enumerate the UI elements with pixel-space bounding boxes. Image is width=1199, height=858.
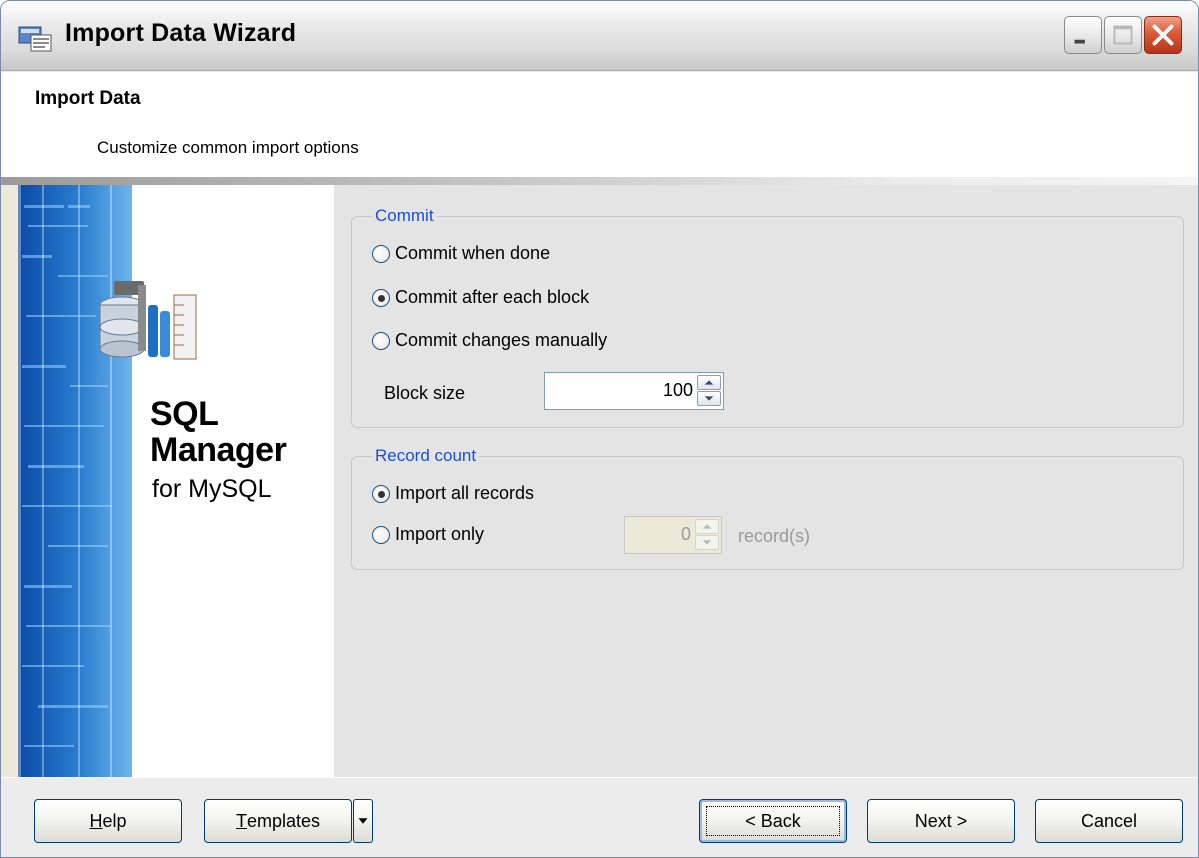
cancel-button-label: Cancel (1080, 810, 1138, 831)
import-only-label: Import only (395, 524, 485, 544)
import-only-count-stepper: 0 (624, 516, 722, 554)
commit-changes-manually-option[interactable]: Commit changes manually (372, 330, 607, 351)
back-button[interactable]: < Back (699, 799, 847, 843)
block-size-label: Block size (384, 383, 466, 403)
title-bar[interactable]: Import Data Wizard (1, 1, 1198, 71)
import-all-records-label: Import all records (395, 483, 535, 503)
import-data-wizard-window: Import Data Wizard Import Data Customize… (0, 0, 1199, 858)
cancel-button[interactable]: Cancel (1035, 799, 1183, 843)
block-size-arrows (697, 375, 721, 407)
commit-when-done-option[interactable]: Commit when done (372, 243, 550, 264)
product-banner: SQL Manager for MySQL (18, 185, 334, 777)
records-suffix-label: record(s) (738, 526, 811, 546)
import-only-radio[interactable] (372, 525, 390, 544)
import-only-option[interactable]: Import only (372, 524, 484, 545)
import-all-records-radio[interactable] (372, 484, 390, 503)
commit-after-each-block-radio[interactable] (372, 288, 390, 307)
block-size-stepper[interactable]: 100 (544, 372, 724, 410)
banner-graphic (18, 185, 132, 777)
dropdown-arrow-icon (358, 818, 368, 824)
help-button-rest: elp (102, 810, 127, 831)
block-size-value[interactable]: 100 (663, 380, 693, 401)
wizard-header: Import Data Customize common import opti… (1, 72, 1198, 177)
templates-button-accel: T (235, 810, 247, 831)
window-title: Import Data Wizard (65, 19, 297, 47)
templates-dropdown-button[interactable] (353, 799, 373, 843)
next-button[interactable]: Next > (867, 799, 1015, 843)
import-all-records-option[interactable]: Import all records (372, 483, 534, 504)
product-name-line2: Manager (150, 431, 287, 469)
maximize-button[interactable] (1104, 16, 1142, 54)
commit-changes-manually-label: Commit changes manually (395, 330, 608, 350)
spin-down-icon[interactable] (697, 391, 721, 406)
record-count-group: Record count Import all records Import o… (351, 445, 1184, 570)
header-divider (1, 177, 1198, 185)
page-subtitle: Customize common import options (97, 138, 359, 157)
close-button[interactable] (1144, 16, 1182, 54)
record-count-group-legend: Record count (372, 445, 480, 467)
help-button-accel: H (89, 810, 103, 831)
commit-group: Commit Commit when done Commit after eac… (351, 205, 1184, 428)
close-icon (1152, 24, 1174, 46)
database-tools-icon (99, 281, 197, 360)
templates-button-rest: emplates (246, 810, 321, 831)
commit-when-done-label: Commit when done (395, 243, 551, 263)
import-only-count-value: 0 (680, 524, 691, 544)
minimize-icon (1074, 39, 1085, 44)
product-name-line1: SQL (150, 395, 219, 433)
commit-after-each-block-option[interactable]: Commit after each block (372, 287, 589, 308)
back-button-label: < Back (745, 810, 801, 831)
commit-when-done-radio[interactable] (372, 244, 390, 263)
spin-up-icon (695, 519, 719, 534)
commit-after-each-block-label: Commit after each block (395, 287, 590, 307)
wizard-content: Commit Commit when done Commit after eac… (334, 185, 1198, 777)
maximize-icon (1113, 25, 1133, 45)
app-icon (18, 26, 52, 52)
product-name-line3: for MySQL (152, 475, 272, 503)
minimize-button[interactable] (1064, 16, 1102, 54)
import-only-arrows (695, 519, 719, 551)
page-title: Import Data (35, 88, 141, 109)
commit-changes-manually-radio[interactable] (372, 331, 390, 350)
spin-up-icon[interactable] (697, 375, 721, 390)
help-button[interactable]: Help (34, 799, 182, 843)
spin-down-icon (695, 535, 719, 550)
next-button-label: Next > (914, 810, 968, 831)
commit-group-legend: Commit (372, 205, 437, 227)
templates-button[interactable]: Templates (204, 799, 352, 843)
